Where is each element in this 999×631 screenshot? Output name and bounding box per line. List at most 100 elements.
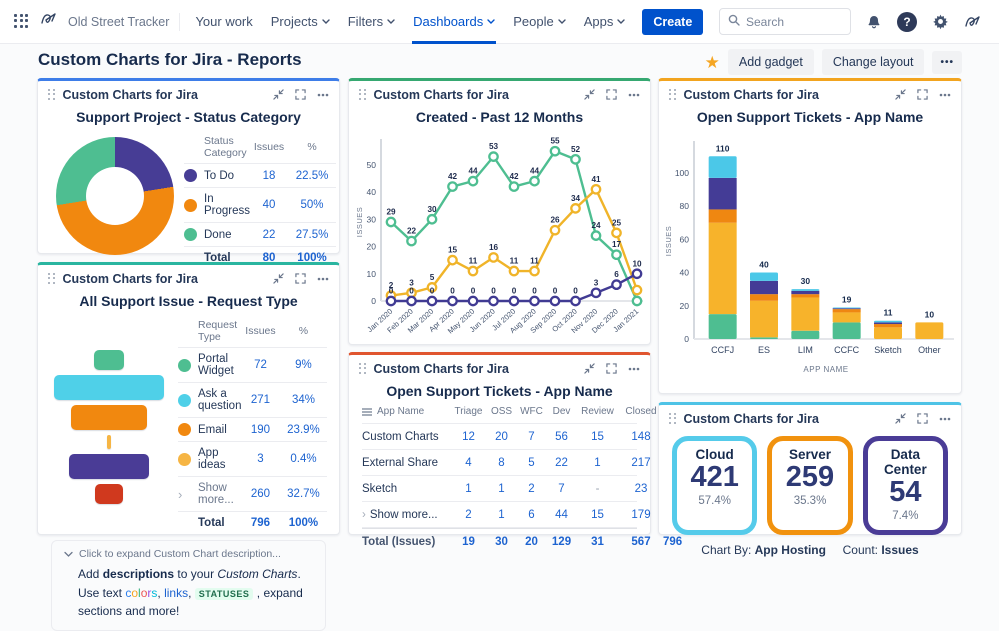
create-button[interactable]: Create [642, 8, 704, 35]
svg-text:ES: ES [758, 345, 770, 355]
minimize-icon[interactable] [584, 363, 595, 374]
total-percent: 100% [288, 517, 319, 529]
issues-value[interactable]: 260 [241, 488, 279, 500]
issues-value[interactable]: 190 [241, 424, 279, 436]
count-value[interactable]: 56 [547, 431, 576, 443]
col-header: Request Type [198, 319, 238, 343]
user-avatar[interactable] [963, 11, 985, 33]
count-value[interactable]: 23 [619, 483, 663, 495]
expand-icon[interactable] [917, 89, 928, 100]
notifications-bell-icon[interactable] [863, 11, 885, 33]
search-icon [728, 13, 740, 31]
svg-text:29: 29 [386, 208, 396, 217]
issues-value[interactable]: 22 [250, 229, 288, 241]
gadget-menu-icon[interactable] [628, 93, 640, 97]
percent-value[interactable]: 34% [279, 394, 327, 406]
drag-handle-icon[interactable] [669, 88, 677, 101]
help-icon[interactable]: ? [897, 11, 917, 32]
nav-item-your-work[interactable]: Your work [186, 0, 261, 44]
drag-handle-icon[interactable] [48, 272, 56, 285]
count-value[interactable]: 1 [576, 457, 619, 469]
gadget-menu-icon[interactable] [939, 93, 951, 97]
expand-icon[interactable] [295, 89, 306, 100]
svg-text:52: 52 [570, 145, 580, 154]
minimize-icon[interactable] [895, 413, 906, 424]
drag-handle-icon[interactable] [48, 88, 56, 101]
nav-item-projects[interactable]: Projects [262, 0, 339, 44]
minimize-icon[interactable] [273, 89, 284, 100]
issues-value[interactable]: 40 [250, 199, 288, 211]
percent-value[interactable]: 9% [279, 359, 327, 371]
chevron-right-icon[interactable]: › [178, 488, 198, 501]
issues-value[interactable]: 18 [250, 170, 288, 182]
count-value[interactable]: 8 [487, 457, 516, 469]
expand-icon[interactable] [917, 413, 928, 424]
count-value[interactable]: 1 [487, 483, 516, 495]
count-value[interactable]: 44 [547, 509, 576, 521]
description-toggle[interactable]: Click to expand Custom Chart description… [64, 548, 313, 560]
percent-value[interactable]: 23.9% [279, 424, 327, 436]
drag-handle-icon[interactable] [669, 412, 677, 425]
gadget-menu-icon[interactable] [628, 367, 640, 371]
percent-value[interactable]: 0.4% [279, 453, 327, 465]
count-value[interactable]: 1 [487, 509, 516, 521]
nav-item-filters[interactable]: Filters [339, 0, 404, 44]
table-row: Email 190 23.9% [178, 418, 328, 442]
count-value[interactable]: 179 [619, 509, 663, 521]
count-value[interactable]: 5 [516, 457, 547, 469]
dashboard-more-button[interactable]: ••• [932, 50, 962, 74]
drag-handle-icon[interactable] [359, 88, 367, 101]
total-value: 567 [631, 535, 651, 548]
percent-value[interactable]: 22.5% [288, 170, 336, 182]
count-value[interactable]: 148 [619, 431, 663, 443]
row-label[interactable]: › Show more... [362, 509, 450, 521]
count-value[interactable]: 7 [516, 431, 547, 443]
nav-item-apps[interactable]: Apps [575, 0, 635, 44]
issues-value[interactable]: 271 [241, 394, 279, 406]
favorite-star-icon[interactable]: ★ [705, 54, 720, 71]
count-value[interactable]: 6 [516, 509, 547, 521]
count-value[interactable]: 20 [487, 431, 516, 443]
expand-icon[interactable] [606, 89, 617, 100]
percent-value[interactable]: 32.7% [279, 488, 327, 500]
change-layout-button[interactable]: Change layout [821, 49, 925, 75]
count-value[interactable]: 217 [619, 457, 663, 469]
gadget-menu-icon[interactable] [317, 93, 329, 97]
expand-icon[interactable] [606, 363, 617, 374]
expand-icon[interactable] [295, 273, 306, 284]
site-logo-icon[interactable] [40, 11, 60, 32]
settings-gear-icon[interactable] [929, 11, 951, 33]
table-row: Done 22 27.5% [184, 223, 337, 247]
search-input[interactable] [746, 14, 836, 29]
count-value[interactable]: 15 [576, 509, 619, 521]
series-color-dot [178, 358, 191, 372]
count-value[interactable]: 1 [450, 483, 487, 495]
search-box[interactable] [719, 8, 851, 35]
add-gadget-button[interactable]: Add gadget [727, 49, 814, 75]
count-value[interactable]: 4 [450, 457, 487, 469]
gadget-menu-icon[interactable] [317, 277, 329, 281]
minimize-icon[interactable] [584, 89, 595, 100]
svg-text:0: 0 [511, 287, 516, 296]
count-value[interactable]: 12 [450, 431, 487, 443]
col-header[interactable]: App Name [362, 406, 450, 417]
app-switcher-icon[interactable] [14, 13, 30, 30]
count-value[interactable]: 2 [450, 509, 487, 521]
gadget-header: Custom Charts for Jira [38, 81, 339, 108]
issues-value[interactable]: 3 [241, 453, 279, 465]
nav-item-people[interactable]: People [504, 0, 574, 44]
percent-value[interactable]: 50% [288, 199, 336, 211]
count-value[interactable]: 2 [516, 483, 547, 495]
count-value[interactable]: 7 [547, 483, 576, 495]
total-value: 129 [551, 535, 572, 548]
issues-value[interactable]: 72 [241, 359, 279, 371]
minimize-icon[interactable] [273, 273, 284, 284]
count-value[interactable]: 15 [576, 431, 619, 443]
minimize-icon[interactable] [895, 89, 906, 100]
nav-divider [179, 12, 181, 31]
nav-item-dashboards[interactable]: Dashboards [404, 0, 504, 44]
gadget-menu-icon[interactable] [939, 417, 951, 421]
drag-handle-icon[interactable] [359, 362, 367, 375]
count-value[interactable]: 22 [547, 457, 576, 469]
percent-value[interactable]: 27.5% [288, 229, 336, 241]
